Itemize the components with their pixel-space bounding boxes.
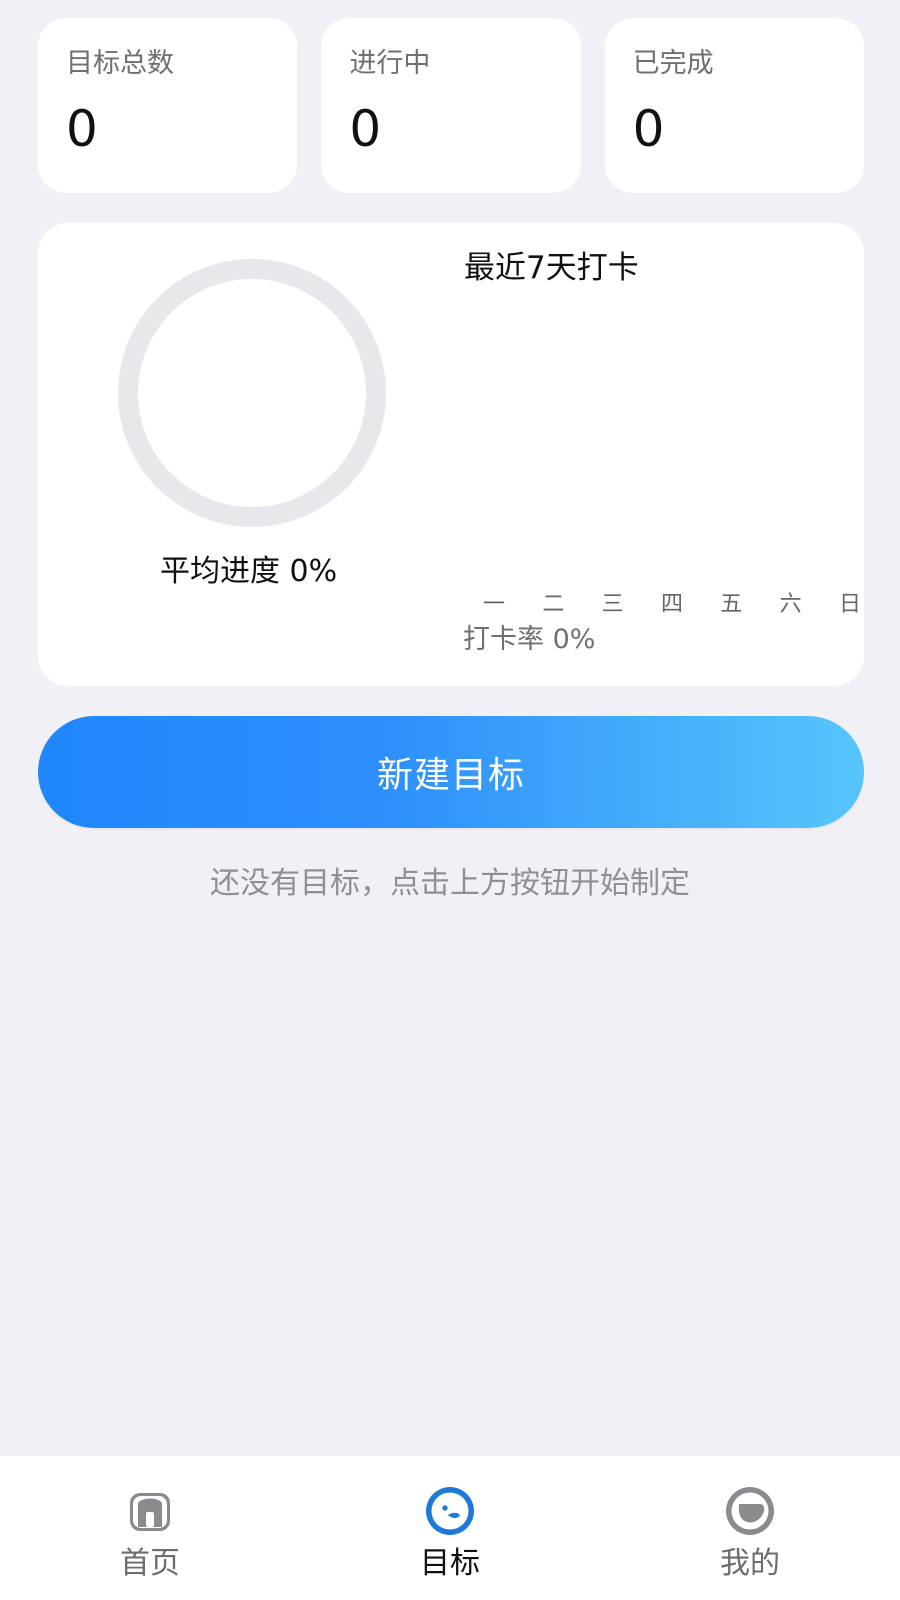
tab-profile[interactable]: 我的	[670, 1484, 830, 1584]
empty-state-hint: 还没有目标，点击上方按钮开始制定	[210, 866, 690, 901]
stat-card-completed: 已完成 0	[604, 18, 864, 193]
weekday-label: 六	[779, 592, 802, 617]
weekday-label: 一	[482, 592, 505, 617]
stat-label: 已完成	[632, 48, 714, 79]
profile-icon	[726, 1487, 774, 1535]
home-icon	[130, 1493, 170, 1531]
average-progress-label: 平均进度 0%	[160, 554, 338, 589]
stat-card-in-progress: 进行中 0	[321, 18, 581, 193]
stat-value: 0	[632, 100, 665, 158]
stat-value: 0	[66, 100, 98, 158]
weekday-labels: 一 二 三 四 五 六 日	[474, 594, 870, 616]
stat-label: 目标总数	[66, 48, 174, 79]
stats-row: 目标总数 0 进行中 0 已完成 0	[38, 18, 864, 193]
goals-page: 目标总数 0 进行中 0 已完成 0 平均进度 0% 最近7天打卡 一 二 三 …	[0, 0, 900, 1600]
weekday-label: 日	[838, 592, 861, 617]
checkin-rate-label: 打卡率 0%	[463, 624, 596, 655]
target-icon	[426, 1487, 474, 1535]
tab-home[interactable]: 首页	[70, 1484, 230, 1584]
tab-goals-label: 目标	[420, 1546, 480, 1581]
weekday-label: 四	[660, 592, 683, 617]
tab-goals[interactable]: 目标	[370, 1484, 530, 1584]
new-goal-button[interactable]: 新建目标	[38, 716, 864, 828]
progress-card: 平均进度 0% 最近7天打卡 一 二 三 四 五 六 日 打卡率 0%	[38, 223, 864, 686]
stat-card-total-goals: 目标总数 0	[38, 18, 298, 193]
weekday-label: 五	[720, 592, 743, 617]
tab-profile-label: 我的	[720, 1546, 780, 1581]
tab-home-label: 首页	[120, 1546, 180, 1581]
weekday-label: 二	[542, 592, 565, 617]
weekday-label: 三	[601, 592, 624, 617]
stat-label: 进行中	[349, 48, 431, 79]
stat-value: 0	[349, 100, 382, 158]
bottom-navigation: 首页 目标 我的	[0, 1455, 900, 1600]
recent-checkin-title: 最近7天打卡	[464, 250, 639, 286]
average-progress-ring	[118, 259, 386, 527]
